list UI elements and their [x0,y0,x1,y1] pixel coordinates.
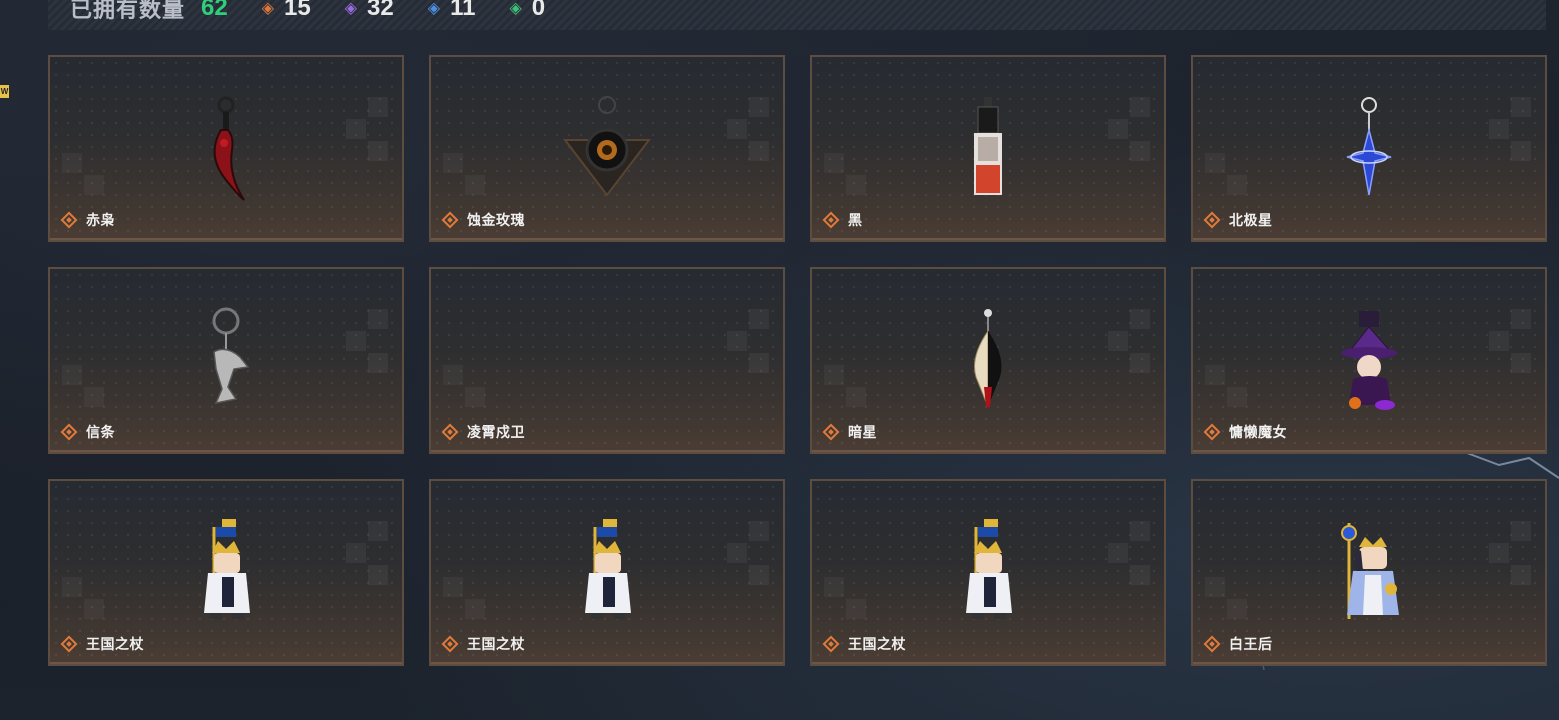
card-decoration [727,97,769,161]
keychain-grid: 赤枭 蚀金玫瑰 黑 北极星 信条 凌霄戍卫 暗星 慵懒魔女 王国之杖 王国之杖 … [48,55,1547,666]
half-mask-keychain-image [974,309,1002,408]
keychain-name: 王国之杖 [86,636,144,652]
king-figure-keychain-image [966,519,1012,619]
keychain-name: 王国之杖 [467,636,525,652]
keychain-card[interactable]: 王国之杖 [810,479,1166,666]
silver-eagle-keychain-image [212,307,250,405]
keychain-card[interactable]: 慵懒魔女 [1191,267,1547,454]
card-decoration [1108,521,1150,585]
orange-rarity-icon [60,211,78,229]
card-decoration [824,577,866,619]
card-decoration [62,153,104,195]
orange-rarity-icon [822,635,840,653]
orange-rarity-icon [60,635,78,653]
keychain-name: 黑 [848,212,863,228]
keychain-name: 蚀金玫瑰 [467,212,525,228]
keychain-name: 赤枭 [86,212,115,228]
card-decoration [346,521,388,585]
owned-count-total: 62 [201,0,228,21]
stat-blue-value: 11 [450,0,476,21]
stat-green-value: 0 [531,0,546,21]
green-diamond-icon: ◈ [509,0,522,17]
keychain-name: 白王后 [1229,636,1273,652]
keychain-card[interactable]: 凌霄戍卫 [429,267,785,454]
stat-purple: ◈ 32 [345,0,394,22]
orange-rarity-icon [441,211,459,229]
card-decoration [824,153,866,195]
side-tab-marker[interactable]: W [0,85,9,98]
orange-rarity-icon [60,423,78,441]
keychain-name: 北极星 [1229,212,1273,228]
king-figure-keychain-image [585,519,631,619]
orange-rarity-icon [822,211,840,229]
orange-diamond-icon: ◈ [261,0,275,17]
orange-rarity-icon [441,423,459,441]
card-decoration [1489,97,1531,161]
keychain-card[interactable]: 王国之杖 [48,479,404,666]
card-decoration [727,521,769,585]
keychain-card[interactable]: 王国之杖 [429,479,785,666]
keychain-card[interactable]: 赤枭 [48,55,404,242]
card-decoration [824,365,866,407]
card-decoration [346,97,388,161]
stat-orange: ◈ 15 [262,0,311,22]
blue-diamond-icon: ◈ [427,0,441,17]
owned-stats-bar: 已拥有数量 62 ◈ 15 ◈ 32 ◈ 11 ◈ 0 [48,0,1546,30]
keychain-card[interactable]: 暗星 [810,267,1166,454]
keychain-name: 暗星 [848,424,877,440]
card-decoration [1489,521,1531,585]
card-decoration [1205,577,1247,619]
purple-diamond-icon: ◈ [344,0,358,17]
stat-purple-value: 32 [367,0,394,21]
keychain-card[interactable]: 白王后 [1191,479,1547,666]
keychain-name: 王国之杖 [848,636,906,652]
card-decoration [62,365,104,407]
owned-count-label: 已拥有数量 [70,0,186,22]
card-decoration [1108,309,1150,373]
card-decoration [1205,365,1247,407]
collection-page: W 已拥有数量 62 ◈ 15 ◈ 32 ◈ 11 ◈ 0 赤枭 蚀金玫瑰 黑 … [0,0,1559,720]
king-figure-keychain-image [204,519,250,619]
keychain-name: 信条 [86,424,115,440]
stat-orange-value: 15 [284,0,311,21]
stat-green: ◈ 0 [509,0,545,22]
keychain-name: 凌霄戍卫 [467,424,525,440]
keychain-name: 慵懒魔女 [1229,424,1287,440]
card-decoration [727,309,769,373]
witch-figure-keychain-image [1341,311,1397,410]
keychain-card[interactable]: 黑 [810,55,1166,242]
card-decoration [1205,153,1247,195]
orange-rarity-icon [1203,635,1221,653]
card-decoration [443,365,485,407]
card-decoration [443,153,485,195]
keychain-card[interactable]: 信条 [48,267,404,454]
card-decoration [1108,97,1150,161]
orange-rarity-icon [1203,423,1221,441]
card-decoration [62,577,104,619]
keychain-card[interactable]: 蚀金玫瑰 [429,55,785,242]
blue-star-keychain-image [1346,97,1392,196]
black-gold-rose-keychain-image [562,96,652,197]
keychain-card[interactable]: 北极星 [1191,55,1547,242]
card-decoration [1489,309,1531,373]
card-decoration [346,309,388,373]
red-claw-keychain-image [213,96,245,201]
orange-rarity-icon [441,635,459,653]
orange-rarity-icon [822,423,840,441]
orange-rarity-icon [1203,211,1221,229]
stat-blue: ◈ 11 [428,0,476,22]
card-decoration [443,577,485,619]
card-tag-keychain-image [974,97,1002,195]
queen-figure-keychain-image [1341,523,1399,619]
